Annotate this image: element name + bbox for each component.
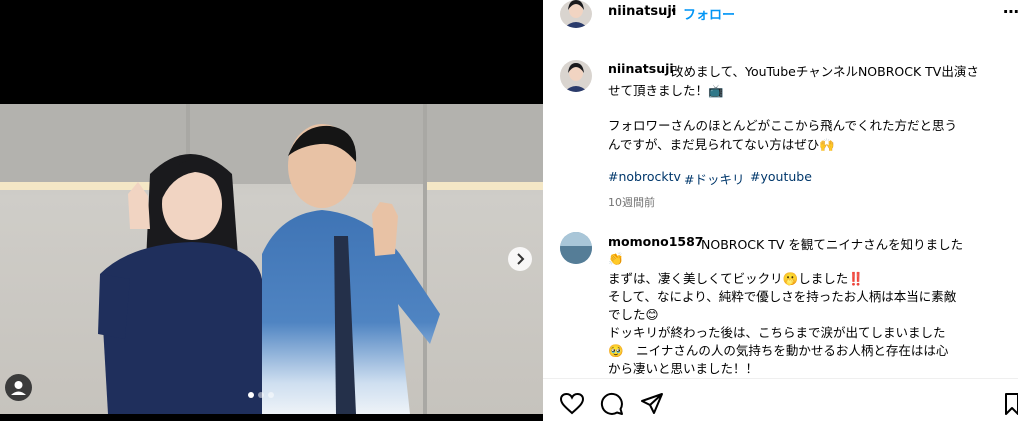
photo-illustration: [0, 104, 543, 414]
caption-timestamp[interactable]: 10週間前: [608, 194, 655, 210]
carousel-dot: [268, 392, 274, 398]
share-icon[interactable]: [640, 392, 664, 416]
carousel-dot: [258, 392, 264, 398]
header-separator: •: [670, 4, 678, 18]
chevron-right-icon: [517, 253, 525, 265]
carousel-dots: [248, 392, 278, 398]
comment-line: ドッキリが終わった後は、こちらまで涙が出てしまいました: [608, 325, 946, 340]
next-slide-button[interactable]: [508, 247, 532, 271]
post-photo[interactable]: [0, 104, 543, 414]
hashtag-link[interactable]: #ドッキリ: [684, 169, 744, 188]
media-panel: [0, 0, 543, 421]
caption-username[interactable]: niinatsuji: [608, 61, 674, 76]
more-options-icon[interactable]: ⋯: [1003, 2, 1018, 21]
comment-icon[interactable]: [600, 392, 624, 416]
comment-line: まずは、凄く美しくてビックリ🫢しました‼️: [608, 271, 864, 286]
caption-avatar[interactable]: [560, 60, 592, 92]
post-side-panel: niinatsuji • フォロー ⋯ niinatsuji 改めまして、You…: [543, 0, 1018, 421]
header-username[interactable]: niinatsuji: [608, 4, 676, 19]
comment-line: 👏: [608, 251, 624, 266]
comment-line: 🥹 ニイナさんの人の気持ちを動かせるお人柄と存在はは心: [608, 343, 949, 358]
commenter-avatar[interactable]: [560, 232, 592, 264]
caption-line: フォロワーさんのほとんどがここから飛んでくれた方だと思う: [608, 118, 958, 133]
follow-button[interactable]: フォロー: [683, 4, 735, 23]
comment-line: から凄いと思いました！！: [608, 361, 759, 376]
comment-line: でした😊: [608, 307, 659, 322]
caption-line: 改めまして、YouTubeチャンネルNOBROCK TV出演さ: [671, 64, 979, 79]
author-avatar[interactable]: [560, 0, 592, 28]
comment-line: NOBROCK TV を観てニイナさんを知りました: [701, 237, 964, 252]
comment-username[interactable]: momono1587: [608, 234, 704, 249]
caption-line: せて頂きました！📺: [608, 83, 724, 98]
comment-line: そして、なにより、純粋で優しさを持ったお人柄は本当に素敵: [608, 289, 957, 304]
tagged-user-icon[interactable]: [5, 374, 32, 401]
carousel-dot-active: [248, 392, 254, 398]
hashtag-link[interactable]: #youtube: [750, 169, 812, 184]
heart-icon[interactable]: [560, 393, 584, 415]
bookmark-icon[interactable]: [1005, 393, 1018, 415]
hashtag-link[interactable]: #nobrocktv: [608, 169, 681, 184]
caption-line: んですが、まだ見られてない方はぜひ🙌: [608, 137, 835, 152]
actions-divider: [543, 378, 1018, 379]
